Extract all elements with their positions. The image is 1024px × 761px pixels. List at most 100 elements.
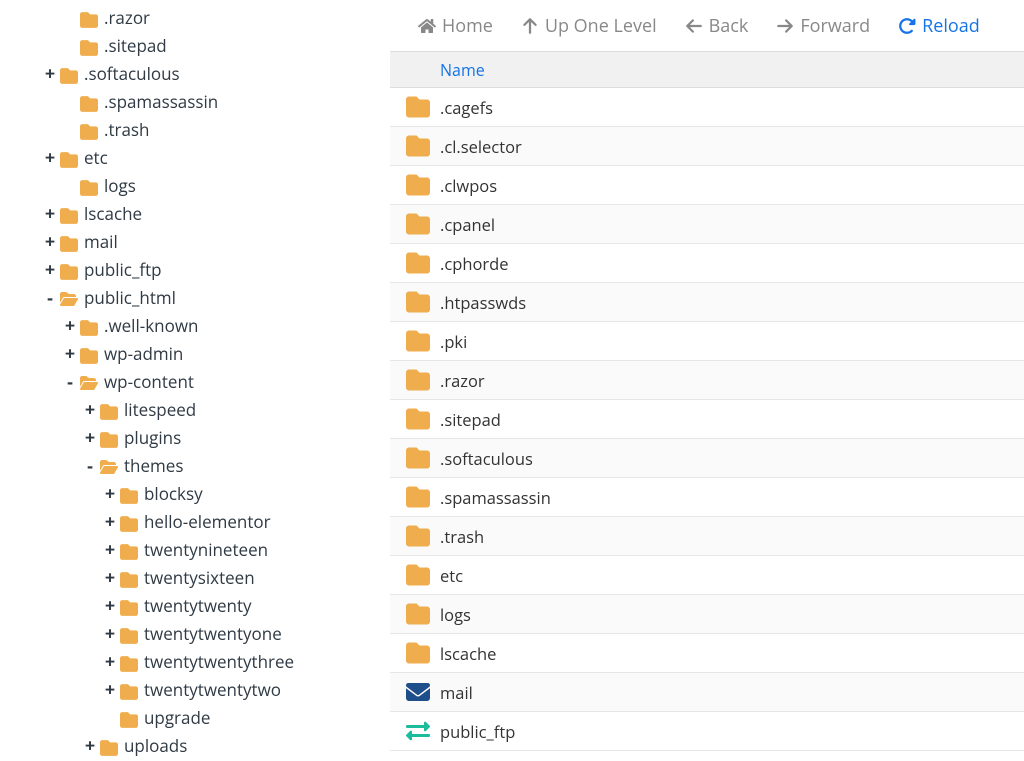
file-row-label: lscache <box>440 642 496 665</box>
tree-node[interactable]: +.spamassassin <box>0 88 390 116</box>
file-row[interactable]: .cagefs <box>390 88 1024 127</box>
tree-node[interactable]: +etc <box>0 144 390 172</box>
expand-icon[interactable]: + <box>42 144 58 172</box>
folder-icon <box>100 403 118 417</box>
expand-icon[interactable]: + <box>62 340 78 368</box>
up-one-level-button[interactable]: Up One Level <box>507 8 671 44</box>
expand-icon[interactable]: + <box>82 732 98 760</box>
file-row-label: .cphorde <box>440 252 508 275</box>
file-row[interactable]: .cphorde <box>390 244 1024 283</box>
back-button[interactable]: Back <box>671 8 763 44</box>
tree-node[interactable]: +lscache <box>0 200 390 228</box>
list-header: Name <box>390 52 1024 88</box>
file-row-label: etc <box>440 564 463 587</box>
tree-node[interactable]: +.softaculous <box>0 60 390 88</box>
tree-node-label: public_ftp <box>84 256 162 284</box>
tree-node[interactable]: -themes <box>0 452 390 480</box>
forward-button[interactable]: Forward <box>762 8 884 44</box>
file-row[interactable]: .sitepad <box>390 400 1024 439</box>
file-row-label: .softaculous <box>440 447 533 470</box>
folder-icon <box>120 487 138 501</box>
expand-icon[interactable]: + <box>102 536 118 564</box>
home-label: Home <box>442 14 493 38</box>
expand-icon[interactable]: + <box>102 592 118 620</box>
expand-icon[interactable]: + <box>42 60 58 88</box>
tree-node[interactable]: +.well-known <box>0 312 390 340</box>
tree-node[interactable]: +twentytwentyone <box>0 620 390 648</box>
reload-button[interactable]: Reload <box>884 8 994 44</box>
file-row[interactable]: public_ftp <box>390 712 1024 751</box>
folder-icon <box>406 409 430 429</box>
tree-node[interactable]: +twentytwenty <box>0 592 390 620</box>
file-row[interactable]: .clwpos <box>390 166 1024 205</box>
tree-node-label: twentynineteen <box>144 536 268 564</box>
folder-icon <box>406 487 430 507</box>
tree-node[interactable]: +mail <box>0 228 390 256</box>
expand-icon[interactable]: + <box>102 620 118 648</box>
expand-icon[interactable]: + <box>102 648 118 676</box>
tree-node-label: uploads <box>124 732 187 760</box>
tree-node[interactable]: +wp-admin <box>0 340 390 368</box>
tree-node[interactable]: +logs <box>0 172 390 200</box>
file-row[interactable]: logs <box>390 595 1024 634</box>
tree-node-label: .razor <box>104 4 150 32</box>
expand-icon[interactable]: + <box>82 424 98 452</box>
expand-icon[interactable]: + <box>102 480 118 508</box>
tree-node[interactable]: +twentytwentytwo <box>0 676 390 704</box>
ftp-icon <box>406 721 430 741</box>
folder-icon <box>406 565 430 585</box>
file-row[interactable]: .softaculous <box>390 439 1024 478</box>
tree-node[interactable]: -wp-content <box>0 368 390 396</box>
tree-node[interactable]: + twentynineteen <box>0 536 390 564</box>
expand-icon[interactable]: + <box>82 396 98 424</box>
expand-icon[interactable]: + <box>42 228 58 256</box>
file-row[interactable]: etc <box>390 556 1024 595</box>
folder-icon <box>406 448 430 468</box>
file-row-label: mail <box>440 681 473 704</box>
collapse-icon[interactable]: - <box>42 284 58 312</box>
tree-node[interactable]: +blocksy <box>0 480 390 508</box>
file-row[interactable]: .pki <box>390 322 1024 361</box>
expand-icon[interactable]: + <box>102 676 118 704</box>
expand-icon[interactable]: + <box>42 256 58 284</box>
tree-node[interactable]: + plugins <box>0 424 390 452</box>
file-row[interactable]: .cl.selector <box>390 127 1024 166</box>
folder-icon <box>406 526 430 546</box>
tree-node[interactable]: +upgrade <box>0 704 390 732</box>
tree-node[interactable]: +twentysixteen <box>0 564 390 592</box>
folder-icon <box>406 214 430 234</box>
forward-label: Forward <box>800 14 870 38</box>
collapse-icon[interactable]: - <box>62 368 78 396</box>
file-row[interactable]: .cpanel <box>390 205 1024 244</box>
tree-node[interactable]: + public_ftp <box>0 256 390 284</box>
expand-icon[interactable]: + <box>102 508 118 536</box>
file-row[interactable]: .razor <box>390 361 1024 400</box>
tree-node[interactable]: + uploads <box>0 732 390 760</box>
file-row[interactable]: mail <box>390 673 1024 712</box>
folder-icon <box>406 643 430 663</box>
tree-node[interactable]: +hello-elementor <box>0 508 390 536</box>
tree-node[interactable]: +.trash <box>0 116 390 144</box>
column-name[interactable]: Name <box>440 59 485 81</box>
tree-node[interactable]: +litespeed <box>0 396 390 424</box>
tree-node-label: .sitepad <box>104 32 167 60</box>
file-row[interactable]: .trash <box>390 517 1024 556</box>
mail-icon <box>406 682 430 702</box>
folder-icon <box>80 39 98 53</box>
collapse-icon[interactable]: - <box>82 452 98 480</box>
file-row[interactable]: .htpasswds <box>390 283 1024 322</box>
file-list: .cagefs.cl.selector.clwpos.cpanel .cphord… <box>390 88 1024 761</box>
tree-node[interactable]: -public_html <box>0 284 390 312</box>
expand-icon[interactable]: + <box>62 312 78 340</box>
toolbar: Home Up One Level Back Forward Reload <box>390 0 1024 52</box>
expand-icon[interactable]: + <box>42 200 58 228</box>
tree-node[interactable]: +.razor <box>0 4 390 32</box>
tree-node[interactable]: +.sitepad <box>0 32 390 60</box>
file-row[interactable]: lscache <box>390 634 1024 673</box>
up-label: Up One Level <box>545 14 657 38</box>
tree-node-label: plugins <box>124 424 181 452</box>
home-button[interactable]: Home <box>404 8 507 44</box>
file-row[interactable]: .spamassassin <box>390 478 1024 517</box>
tree-node[interactable]: +twentytwentythree <box>0 648 390 676</box>
expand-icon[interactable]: + <box>102 564 118 592</box>
